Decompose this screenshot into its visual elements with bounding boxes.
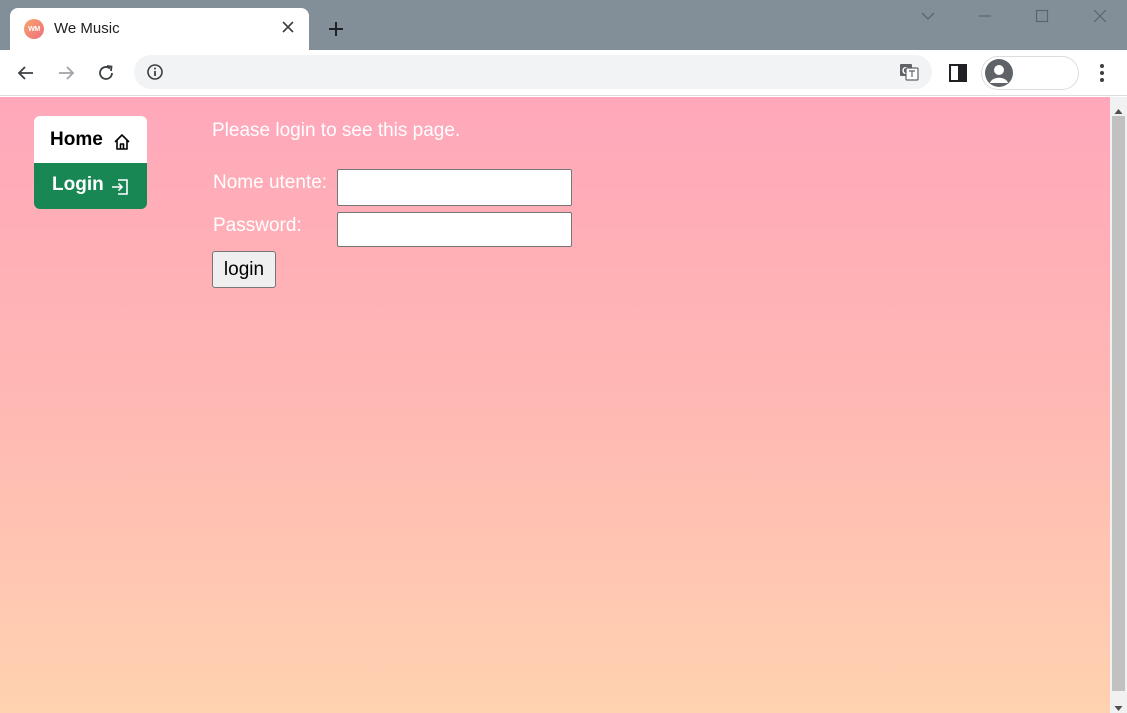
login-button[interactable]: login [212, 251, 276, 288]
nav-login-label: Login [52, 174, 104, 195]
scroll-up-icon[interactable] [1114, 103, 1123, 114]
browser-titlebar: WM We Music [0, 0, 1127, 50]
new-tab-icon[interactable] [325, 18, 347, 40]
username-label: Nome utente: [213, 172, 328, 193]
password-label: Password: [213, 215, 302, 236]
profile-button[interactable] [981, 56, 1079, 90]
tab-search-icon[interactable] [918, 6, 938, 26]
minimize-icon[interactable] [975, 6, 995, 26]
reload-icon[interactable] [94, 61, 118, 85]
nav-home-link[interactable]: Home [34, 116, 147, 163]
scroll-down-icon[interactable] [1114, 700, 1123, 711]
tab-close-icon[interactable] [279, 18, 297, 36]
browser-tab[interactable]: WM We Music [10, 8, 309, 50]
tab-title: We Music [54, 20, 120, 37]
password-field[interactable] [337, 212, 572, 247]
forward-icon[interactable] [54, 61, 78, 85]
house-icon [112, 132, 132, 152]
scrollbar-thumb[interactable] [1112, 116, 1125, 691]
translate-icon[interactable]: G [898, 62, 920, 82]
side-panel-icon[interactable] [947, 62, 969, 84]
site-nav: Home Login [34, 116, 147, 209]
maximize-icon[interactable] [1032, 6, 1052, 26]
nav-home-label: Home [50, 129, 103, 150]
page-scrollbar[interactable] [1110, 97, 1127, 713]
avatar-icon [985, 59, 1013, 87]
login-icon [110, 177, 130, 197]
close-window-icon[interactable] [1090, 6, 1110, 26]
nav-login-link[interactable]: Login [34, 163, 147, 209]
favicon-icon: WM [24, 19, 44, 39]
address-bar[interactable]: G [134, 55, 932, 89]
browser-menu-icon[interactable] [1092, 61, 1112, 85]
site-info-icon[interactable] [146, 63, 164, 81]
back-icon[interactable] [14, 61, 38, 85]
page-viewport: Home Login Please login to see this page… [0, 97, 1110, 713]
login-required-message: Please login to see this page. [212, 120, 461, 141]
browser-toolbar: G [0, 50, 1127, 96]
username-field[interactable] [337, 169, 572, 206]
